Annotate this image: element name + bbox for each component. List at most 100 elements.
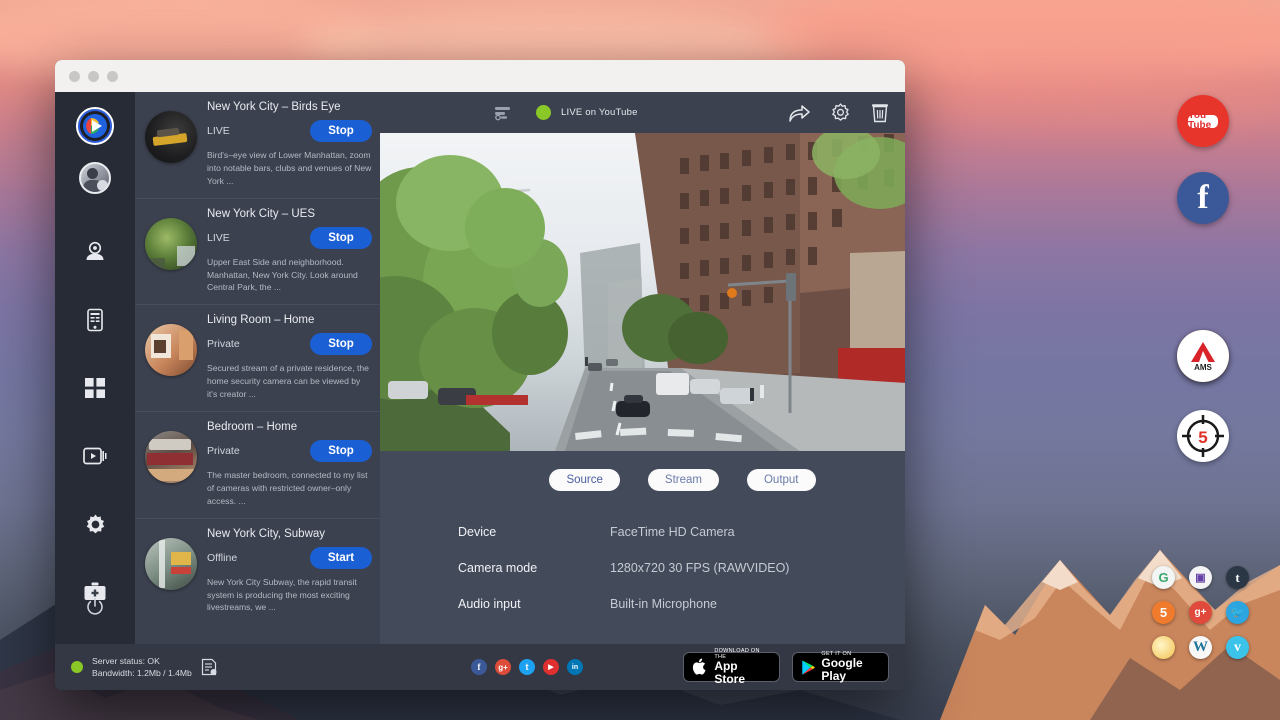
camera-item-title: Living Room – Home	[207, 314, 372, 326]
tab-stream[interactable]: Stream	[648, 469, 719, 491]
mini-icon-wordpress[interactable]: W	[1189, 636, 1212, 659]
info-row: Camera mode 1280x720 30 FPS (RAWVIDEO)	[458, 561, 905, 575]
camera-list-item[interactable]: Bedroom – Home Private Stop The master b…	[135, 412, 380, 519]
tab-output[interactable]: Output	[747, 469, 816, 491]
social-icon-google-plus[interactable]: g+	[495, 659, 511, 675]
window-body: New York City – Birds Eye LIVE Stop Bird…	[55, 92, 905, 644]
video-preview[interactable]	[380, 133, 905, 451]
mini-icon-vimeo[interactable]: v	[1226, 636, 1249, 659]
live-status: LIVE on YouTube	[536, 105, 788, 120]
video-scene	[380, 133, 905, 451]
info-row: Device FaceTime HD Camera	[458, 525, 905, 539]
dock-icon-ams-label: AMS	[1194, 364, 1212, 372]
mini-icon-flare[interactable]	[1152, 636, 1175, 659]
camera-list-item[interactable]: Living Room – Home Private Stop Secured …	[135, 305, 380, 412]
window-zoom-button[interactable]	[107, 71, 118, 82]
detail-toolbar: LIVE on YouTube	[380, 92, 905, 133]
camera-item-body: New York City – UES LIVE Stop Upper East…	[207, 208, 372, 295]
sidebar-item-dashboard[interactable]	[75, 368, 115, 408]
dock-icon-facebook[interactable]: f	[1177, 172, 1229, 224]
camera-item-action-button[interactable]: Stop	[310, 440, 372, 462]
camera-item-action-button[interactable]: Start	[310, 547, 372, 569]
info-value[interactable]: FaceTime HD Camera	[610, 525, 735, 539]
mini-icon-row: W v	[1152, 636, 1262, 659]
camera-list-item[interactable]: New York City – UES LIVE Stop Upper East…	[135, 199, 380, 306]
add-camera-button[interactable]: + Add Camera	[135, 624, 380, 644]
camera-item-statusline: LIVE Stop	[207, 227, 372, 249]
server-status-text: Server status: OK Bandwidth: 1.2Mb / 1.4…	[92, 655, 192, 680]
sidebar-item-broadcasts[interactable]	[75, 436, 115, 476]
grid-icon	[84, 377, 106, 399]
sidebar-item-power[interactable]	[85, 597, 105, 622]
tab-source[interactable]: Source	[549, 469, 619, 491]
camera-thumbnail	[145, 538, 197, 590]
camera-item-action-button[interactable]: Stop	[310, 333, 372, 355]
camera-list-item[interactable]: New York City, Subway Offline Start New …	[135, 519, 380, 625]
mini-icon-twitter[interactable]: 🐦	[1226, 601, 1249, 624]
target-icon: 5	[1179, 412, 1227, 460]
camera-item-status: LIVE	[207, 232, 310, 244]
mini-icon-tumblr[interactable]: t	[1226, 566, 1249, 589]
mini-icon-row: G ▣ t	[1152, 566, 1262, 589]
server-status-line: Server status: OK	[92, 655, 192, 667]
camera-item-description: Bird's–eye view of Lower Manhattan, zoom…	[207, 149, 372, 188]
window-close-button[interactable]	[69, 71, 80, 82]
app-window: New York City – Birds Eye LIVE Stop Bird…	[55, 60, 905, 690]
share-arrow-icon[interactable]	[788, 103, 810, 123]
dock-icon-target-five[interactable]: 5	[1177, 410, 1229, 462]
mini-icon-google-plus[interactable]: g+	[1189, 601, 1212, 624]
document-log-icon[interactable]	[201, 658, 217, 676]
sidebar-item-mobile[interactable]	[75, 300, 115, 340]
camera-item-title: New York City, Subway	[207, 528, 372, 540]
detail-panel: LIVE on YouTube	[380, 92, 905, 644]
camera-item-statusline: Private Stop	[207, 333, 372, 355]
mini-icon-twitch[interactable]: ▣	[1189, 566, 1212, 589]
gear-icon[interactable]	[830, 102, 851, 123]
info-key: Audio input	[458, 597, 610, 611]
status-footer: Server status: OK Bandwidth: 1.2Mb / 1.4…	[55, 644, 905, 690]
live-status-label: LIVE on YouTube	[561, 107, 638, 118]
camera-list-panel: New York City – Birds Eye LIVE Stop Bird…	[135, 92, 380, 644]
sidebar-item-user-account[interactable]	[75, 158, 115, 198]
mini-icon-row: 5 g+ 🐦	[1152, 601, 1262, 624]
info-row: Audio input Built-in Microphone	[458, 597, 905, 611]
window-minimize-button[interactable]	[88, 71, 99, 82]
power-icon	[85, 597, 105, 617]
server-status-dot	[71, 661, 83, 673]
google-play-bottom-label: Google Play	[821, 657, 880, 683]
camera-list-item[interactable]: New York City – Birds Eye LIVE Stop Bird…	[135, 92, 380, 199]
camera-item-statusline: Private Stop	[207, 440, 372, 462]
mini-icon-gotomeeting[interactable]: G	[1152, 566, 1175, 589]
sidebar-item-cameras[interactable]	[75, 232, 115, 272]
server-status-group: Server status: OK Bandwidth: 1.2Mb / 1.4…	[71, 655, 371, 680]
camera-item-action-button[interactable]: Stop	[310, 120, 372, 142]
mini-icon-livestream-five[interactable]: 5	[1152, 601, 1175, 624]
app-store-badge[interactable]: Download on the App Store	[683, 652, 780, 682]
camera-item-action-button[interactable]: Stop	[310, 227, 372, 249]
sort-filter-icon[interactable]	[494, 104, 512, 122]
sidebar-item-app-logo[interactable]	[75, 106, 115, 146]
camera-item-title: New York City – Birds Eye	[207, 101, 372, 113]
detail-tabs: Source Stream Output	[380, 451, 905, 491]
info-key: Device	[458, 525, 610, 539]
adobe-a-icon	[1190, 341, 1216, 363]
info-value[interactable]: Built-in Microphone	[610, 597, 717, 611]
dock-icon-youtube[interactable]: You Tube	[1177, 95, 1229, 147]
social-icon-twitter[interactable]: t	[519, 659, 535, 675]
social-icon-facebook[interactable]: f	[471, 659, 487, 675]
dock-icon-adobe-ams[interactable]: AMS	[1177, 330, 1229, 382]
play-logo-icon	[76, 107, 114, 145]
google-play-badge[interactable]: Get it on Google Play	[792, 652, 889, 682]
camera-list-scroll[interactable]: New York City – Birds Eye LIVE Stop Bird…	[135, 92, 380, 644]
camera-icon	[83, 240, 107, 264]
desktop-mini-icon-grid: G ▣ t 5 g+ 🐦 W v	[1152, 566, 1262, 671]
mobile-device-icon	[84, 308, 106, 332]
svg-text:5: 5	[1198, 428, 1207, 447]
info-value[interactable]: 1280x720 30 FPS (RAWVIDEO)	[610, 561, 789, 575]
social-icon-youtube[interactable]: ▶	[543, 659, 559, 675]
social-icon-linkedin[interactable]: in	[567, 659, 583, 675]
google-play-icon	[801, 658, 815, 677]
sidebar-item-settings[interactable]	[75, 504, 115, 544]
trash-icon[interactable]	[871, 102, 889, 123]
camera-item-statusline: LIVE Stop	[207, 120, 372, 142]
